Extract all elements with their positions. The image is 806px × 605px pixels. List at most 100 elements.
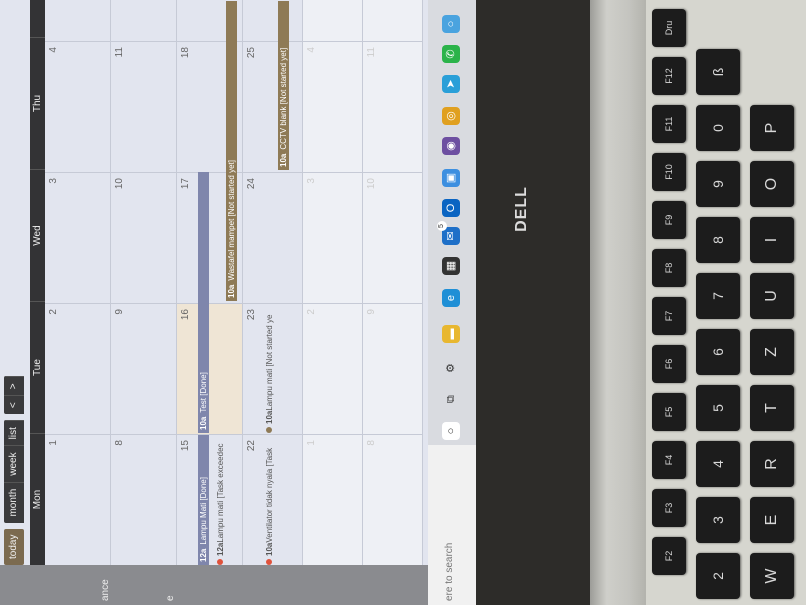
edge-icon[interactable]: e (442, 289, 460, 307)
keyboard-key[interactable]: ß (696, 49, 740, 95)
day-cell[interactable]: 4 (303, 41, 363, 172)
day-cell[interactable]: 11 (111, 41, 177, 172)
day-number[interactable]: 18 (180, 47, 191, 58)
calendar-event[interactable]: 12a Lampu Mati [Done] (198, 435, 209, 565)
calendar-event[interactable]: 12aLampu mati [Task exceedec (215, 438, 226, 565)
day-cell[interactable] (111, 0, 177, 41)
day-number[interactable]: 15 (180, 440, 191, 451)
keyboard-key[interactable]: 5 (696, 385, 740, 431)
day-cell[interactable]: 8 (111, 434, 177, 565)
day-cell[interactable]: 8 (363, 434, 423, 565)
keyboard-key[interactable]: R (750, 441, 794, 487)
file-explorer-icon[interactable]: ▬ (442, 325, 460, 343)
day-number[interactable]: 11 (366, 47, 377, 57)
day-number[interactable]: 10 (366, 178, 377, 189)
keyboard-key[interactable]: F9 (652, 201, 686, 239)
day-cell[interactable]: 9 (363, 303, 423, 434)
keyboard-key[interactable]: 8 (696, 217, 740, 263)
outlook-icon[interactable]: O (442, 199, 460, 217)
whatsapp-icon[interactable]: ✆ (442, 45, 460, 63)
day-number[interactable]: 8 (114, 440, 125, 446)
calendar-event[interactable]: 10aLampu mati [Not started ye (264, 306, 275, 433)
day-number[interactable]: 3 (48, 178, 59, 184)
day-cell[interactable] (303, 0, 363, 41)
list-view-button[interactable]: list (4, 420, 24, 446)
keyboard-key[interactable]: 3 (696, 497, 740, 543)
keyboard-key[interactable]: 7 (696, 273, 740, 319)
day-cell[interactable]: 1 (303, 434, 363, 565)
day-cell[interactable]: 16 (177, 303, 243, 434)
day-number[interactable]: 8 (366, 440, 377, 446)
keyboard-key[interactable]: F3 (652, 489, 686, 527)
day-number[interactable]: 22 (246, 440, 257, 451)
day-cell[interactable]: 4 (45, 41, 111, 172)
day-cell[interactable] (45, 0, 111, 41)
store-icon[interactable]: ▦ (442, 257, 460, 275)
keyboard-key[interactable]: P (750, 105, 794, 151)
keyboard-key[interactable]: 2 (696, 553, 740, 599)
day-number[interactable]: 25 (246, 47, 257, 58)
day-cell[interactable]: 10 (363, 172, 423, 303)
day-number[interactable]: 9 (366, 309, 377, 315)
sidebar-item[interactable]: ance (100, 579, 111, 601)
today-button[interactable]: today (4, 528, 24, 565)
day-cell[interactable]: 3 (303, 172, 363, 303)
keyboard-key[interactable]: 9 (696, 161, 740, 207)
day-number[interactable]: 10 (114, 178, 125, 189)
teams-icon[interactable]: ▣ (442, 169, 460, 187)
keyboard-key[interactable]: O (750, 161, 794, 207)
day-number[interactable]: 16 (180, 309, 191, 320)
keyboard-key[interactable]: 6 (696, 329, 740, 375)
day-cell[interactable]: 11 (363, 41, 423, 172)
keyboard-key[interactable]: F10 (652, 153, 686, 191)
day-cell[interactable]: 2 (303, 303, 363, 434)
next-button[interactable]: > (4, 376, 24, 396)
day-cell[interactable]: 25 (243, 41, 303, 172)
keyboard-key[interactable]: F8 (652, 249, 686, 287)
day-cell[interactable]: 2 (45, 303, 111, 434)
keyboard-key[interactable]: 0 (696, 105, 740, 151)
keyboard-key[interactable]: F6 (652, 345, 686, 383)
keyboard-key[interactable]: 4 (696, 441, 740, 487)
day-cell[interactable]: 9 (111, 303, 177, 434)
sidebar-item[interactable]: e (165, 595, 176, 601)
day-cell[interactable] (363, 0, 423, 41)
day-cell[interactable]: 24 (243, 172, 303, 303)
month-view-button[interactable]: month (4, 481, 24, 523)
keyboard-key[interactable]: Dru (652, 9, 686, 47)
day-number[interactable]: 2 (48, 309, 59, 315)
day-number[interactable]: 23 (246, 309, 257, 320)
keyboard-key[interactable]: Z (750, 329, 794, 375)
chrome-icon[interactable]: ◎ (442, 107, 460, 125)
day-number[interactable]: 9 (114, 309, 125, 315)
keyboard-key[interactable]: I (750, 217, 794, 263)
keyboard-key[interactable]: F5 (652, 393, 686, 431)
keyboard-key[interactable]: F7 (652, 297, 686, 335)
settings-icon[interactable]: ⚙ (442, 359, 460, 377)
keyboard-key[interactable]: U (750, 273, 794, 319)
day-number[interactable]: 3 (306, 178, 317, 184)
calendar-event[interactable]: 10aVentilator tidak nyala [Task (264, 438, 275, 565)
keyboard-key[interactable]: F4 (652, 441, 686, 479)
calendar-event[interactable]: 10a Wastafel mampet [Not started yet] (226, 1, 237, 301)
keyboard-key[interactable]: F12 (652, 57, 686, 95)
mail-icon[interactable]: ✉ 5 (437, 221, 460, 245)
telegram-icon[interactable]: ➤ (442, 75, 460, 93)
day-cell[interactable]: 15 (177, 434, 243, 565)
day-cell[interactable]: 3 (45, 172, 111, 303)
day-number[interactable]: 1 (306, 440, 317, 446)
day-number[interactable]: 17 (180, 178, 191, 189)
keyboard-key[interactable]: W (750, 553, 794, 599)
week-view-button[interactable]: week (4, 445, 24, 482)
calendar-event[interactable]: 10a Test [Done] (198, 172, 209, 433)
prev-button[interactable]: < (4, 395, 24, 415)
chat-icon[interactable]: ○ (442, 15, 460, 33)
day-number[interactable]: 1 (48, 440, 59, 446)
cortana-icon[interactable]: ○ (442, 422, 460, 440)
keyboard-key[interactable]: T (750, 385, 794, 431)
day-number[interactable]: 4 (306, 47, 317, 53)
day-number[interactable]: 4 (48, 47, 59, 53)
day-number[interactable]: 11 (114, 47, 125, 57)
day-cell[interactable]: 10 (111, 172, 177, 303)
day-cell[interactable] (243, 0, 303, 41)
